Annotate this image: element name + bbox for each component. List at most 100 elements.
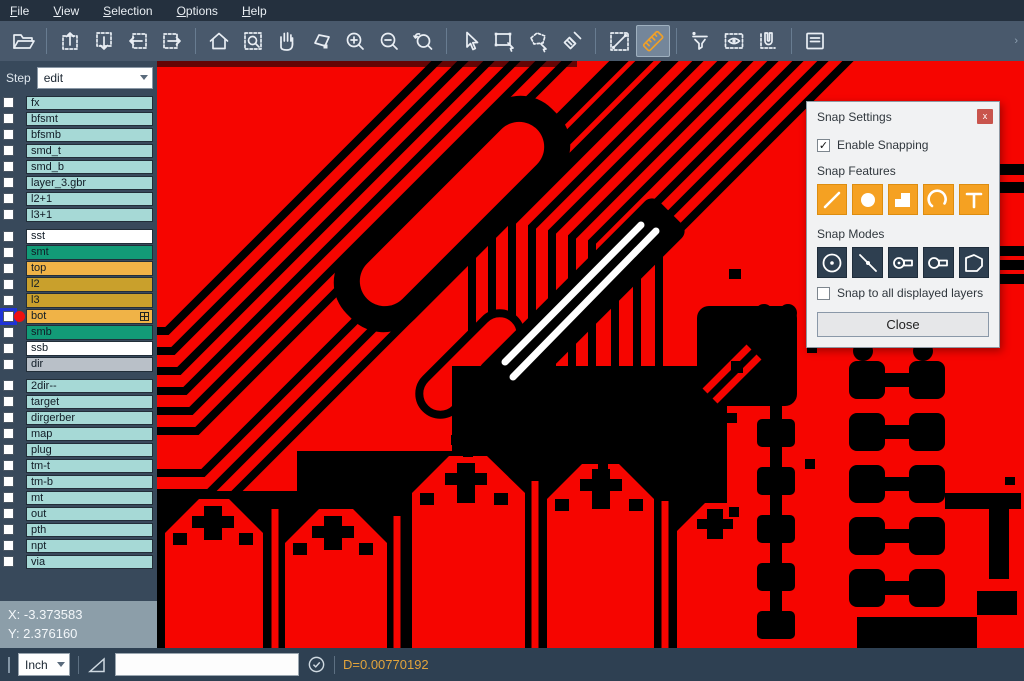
snap-mode-line-button[interactable] [852,247,882,278]
layer-name-bar[interactable]: fx [26,96,153,111]
menu-file[interactable]: File [10,4,29,18]
layer-name-bar[interactable]: tm-b [26,475,153,490]
layer-visibility-checkbox[interactable] [3,97,14,108]
pan-hand-button[interactable] [270,25,304,57]
layer-visibility-checkbox[interactable] [3,359,14,370]
menu-selection[interactable]: Selection [103,4,152,18]
layer-name-bar[interactable]: via [26,555,153,570]
zoom-in-button[interactable] [338,25,372,57]
layer-visibility-checkbox[interactable] [3,380,14,391]
snap-mode-contour-button[interactable] [959,247,989,278]
layer-name-bar[interactable]: dirgerber [26,411,153,426]
layer-visibility-checkbox[interactable] [3,327,14,338]
layer-name-bar[interactable]: l2 [26,277,153,292]
layer-visibility-checkbox[interactable] [3,193,14,204]
layer-visibility-checkbox[interactable] [3,428,14,439]
open-button[interactable] [6,25,40,57]
layer-visibility-checkbox[interactable] [3,279,14,290]
layer-visibility-checkbox[interactable] [3,540,14,551]
layer-visibility-checkbox[interactable] [3,161,14,172]
layer-name-bar[interactable]: mt [26,491,153,506]
layer-visibility-checkbox[interactable] [3,177,14,188]
layer-visibility-checkbox[interactable] [3,508,14,519]
layer-visibility-checkbox[interactable] [3,492,14,503]
layer-visibility-checkbox[interactable] [3,460,14,471]
snap-mode-center-button[interactable] [817,247,847,278]
layer-visibility-checkbox[interactable] [3,209,14,220]
layer-name-bar[interactable]: smb [26,325,153,340]
pan-down-button[interactable] [87,25,121,57]
display-options-button[interactable] [717,25,751,57]
layer-name-bar[interactable]: target [26,395,153,410]
layer-visibility-checkbox[interactable] [3,311,14,322]
measure-input[interactable] [115,653,299,676]
layer-visibility-checkbox[interactable] [3,247,14,258]
layer-name-bar[interactable]: npt [26,539,153,554]
clean-brush-button[interactable] [555,25,589,57]
layer-name-bar[interactable]: smd_t [26,144,153,159]
pan-up-button[interactable] [53,25,87,57]
layer-visibility-checkbox[interactable] [3,145,14,156]
dialog-close-button[interactable]: x [977,109,993,124]
dialog-close-action-button[interactable]: Close [817,312,989,337]
layer-visibility-checkbox[interactable] [3,295,14,306]
menu-view[interactable]: View [53,4,79,18]
zoom-object-button[interactable] [304,25,338,57]
layer-name-bar[interactable]: l2+1 [26,192,153,207]
menu-help[interactable]: Help [242,4,267,18]
layer-visibility-checkbox[interactable] [3,129,14,140]
unit-combobox[interactable]: Inch [18,653,70,676]
zoom-window-button[interactable] [236,25,270,57]
layer-name-bar[interactable]: smd_b [26,160,153,175]
layer-name-bar[interactable]: l3+1 [26,208,153,223]
confirm-icon[interactable] [307,655,326,674]
layer-name-bar[interactable]: plug [26,443,153,458]
snap-feature-surface-button[interactable] [888,184,918,215]
layers-dialog-button[interactable] [798,25,832,57]
snap-feature-circle-button[interactable] [852,184,882,215]
layer-name-bar[interactable]: sst [26,229,153,244]
layer-name-bar[interactable]: bfsmb [26,128,153,143]
layer-visibility-checkbox[interactable] [3,263,14,274]
layer-name-bar[interactable]: l3 [26,293,153,308]
snap-feature-arc-button[interactable] [923,184,953,215]
layer-visibility-checkbox[interactable] [3,556,14,567]
layer-name-bar[interactable]: layer_3.gbr [26,176,153,191]
layer-name-bar[interactable]: pth [26,523,153,538]
layer-visibility-checkbox[interactable] [3,343,14,354]
layer-visibility-checkbox[interactable] [3,396,14,407]
layer-name-bar[interactable]: out [26,507,153,522]
snap-button[interactable] [751,25,785,57]
zoom-out-button[interactable] [372,25,406,57]
enable-snapping-checkbox[interactable]: ✓ [817,139,830,152]
pan-left-button[interactable] [121,25,155,57]
layer-visibility-checkbox[interactable] [3,113,14,124]
zoom-previous-button[interactable] [406,25,440,57]
layer-name-bar[interactable]: bfsmt [26,112,153,127]
layer-visibility-checkbox[interactable] [3,231,14,242]
layer-name-bar[interactable]: dir [26,357,153,372]
dialog-titlebar[interactable]: Snap Settings x [807,102,999,130]
rect-select-button[interactable] [487,25,521,57]
layer-name-bar[interactable]: bot [26,309,153,324]
home-view-button[interactable] [202,25,236,57]
layer-visibility-checkbox[interactable] [3,524,14,535]
snap-feature-text-button[interactable] [959,184,989,215]
measure-ruler-button[interactable] [636,25,670,57]
poly-select-button[interactable] [521,25,555,57]
menu-options[interactable]: Options [177,4,218,18]
layer-name-bar[interactable]: map [26,427,153,442]
snap-feature-line-button[interactable] [817,184,847,215]
layer-name-bar[interactable]: 2dir-- [26,379,153,394]
snap-mode-pad-outline-button[interactable] [923,247,953,278]
layer-visibility-checkbox[interactable] [3,412,14,423]
snap-mode-pad-button[interactable] [888,247,918,278]
layer-visibility-checkbox[interactable] [3,444,14,455]
pan-right-button[interactable] [155,25,189,57]
layer-name-bar[interactable]: tm-t [26,459,153,474]
layer-visibility-checkbox[interactable] [3,476,14,487]
snap-all-layers-checkbox[interactable] [817,287,830,300]
layer-name-bar[interactable]: smt [26,245,153,260]
select-arrow-button[interactable] [453,25,487,57]
layer-name-bar[interactable]: top [26,261,153,276]
